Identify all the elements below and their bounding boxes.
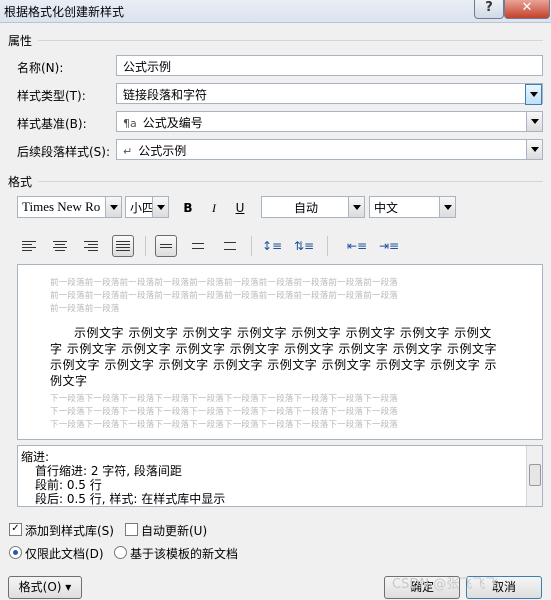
size-value: 小四 bbox=[130, 201, 155, 215]
style-based-on-select[interactable]: ¶a 公式及编号 bbox=[116, 111, 543, 132]
decrease-indent-icon[interactable]: ⇤≡ bbox=[346, 235, 368, 257]
watermark: CSDN @张飞飞飞 bbox=[392, 577, 499, 592]
only-this-document-radio[interactable] bbox=[9, 546, 22, 559]
sample-text: 示例文字 示例文字 示例文字 示例文字 示例文字 示例文字 示例文字 示例文字 … bbox=[50, 326, 498, 388]
align-left-icon[interactable] bbox=[18, 235, 40, 257]
style-preview: 前一段落前一段落前一段落前一段落前一段落前一段落前一段落前一段落前一段落前一段落… bbox=[17, 264, 543, 440]
next-style-dropdown-icon[interactable] bbox=[526, 140, 542, 159]
style-type-value: 链接段落和字符 bbox=[123, 88, 208, 102]
style-based-on-value: 公式及编号 bbox=[142, 116, 203, 130]
name-label: 名称(N): bbox=[17, 61, 64, 75]
style-type-select[interactable]: 链接段落和字符 bbox=[116, 83, 543, 105]
align-right-icon[interactable] bbox=[80, 235, 102, 257]
increase-indent-icon[interactable]: ⇥≡ bbox=[378, 235, 400, 257]
language-dropdown-icon[interactable] bbox=[439, 197, 455, 217]
auto-update-label: 自动更新(U) bbox=[141, 524, 208, 538]
only-this-document-label: 仅限此文档(D) bbox=[25, 547, 104, 561]
justify-icon[interactable] bbox=[112, 235, 134, 257]
next-style-label: 后续段落样式(S): bbox=[17, 145, 111, 159]
format-menu-button[interactable]: 格式(O) ▾ bbox=[8, 576, 82, 599]
format-divider bbox=[38, 181, 543, 182]
title-bar: 根据格式化创建新样式 ? ✕ bbox=[0, 0, 551, 23]
next-paragraph-line: 下一段落下一段落下一段落下一段落下一段落下一段落下一段落下一段落下一段落下一段落 bbox=[50, 394, 399, 404]
one-half-spacing-icon[interactable] bbox=[187, 235, 209, 257]
previous-paragraph-line: 前一段落前一段落 bbox=[50, 304, 120, 314]
toolbar-separator bbox=[251, 236, 252, 256]
new-documents-template-label: 基于该模板的新文档 bbox=[130, 547, 239, 561]
toolbar-separator bbox=[327, 236, 328, 256]
properties-group-label: 属性 bbox=[8, 34, 33, 48]
next-paragraph-line: 下一段落下一段落下一段落下一段落下一段落下一段落下一段落下一段落下一段落下一段落 bbox=[50, 420, 399, 430]
style-based-on-label: 样式基准(B): bbox=[17, 117, 87, 131]
close-button[interactable]: ✕ bbox=[504, 0, 550, 19]
font-value: Times New Ro bbox=[22, 199, 101, 214]
auto-update-checkbox[interactable] bbox=[125, 523, 138, 536]
next-paragraph-line: 下一段落下一段落下一段落下一段落下一段落下一段落下一段落下一段落下一段落下一段落 bbox=[50, 407, 399, 417]
window-title: 根据格式化创建新样式 bbox=[4, 5, 125, 19]
paragraph-return-icon: ↵ bbox=[123, 145, 133, 158]
close-icon: ✕ bbox=[521, 0, 533, 15]
style-type-label: 样式类型(T): bbox=[17, 89, 86, 103]
new-documents-template-radio[interactable] bbox=[114, 546, 127, 559]
align-center-icon[interactable] bbox=[49, 235, 71, 257]
style-description: 缩进: 首行缩进: 2 字符, 段落间距 段前: 0.5 行 段后: 0.5 行… bbox=[17, 445, 543, 507]
underline-button[interactable]: U bbox=[231, 199, 249, 217]
previous-paragraph-line: 前一段落前一段落前一段落前一段落前一段落前一段落前一段落前一段落前一段落前一段落 bbox=[50, 278, 399, 288]
name-field[interactable]: 公式示例 bbox=[116, 55, 543, 76]
language-select[interactable]: 中文 bbox=[369, 196, 456, 218]
decrease-spacing-icon[interactable]: ⇅≡ bbox=[293, 235, 315, 257]
description-line: 段后: 0.5 行, 样式: 在样式库中显示 bbox=[35, 492, 226, 506]
style-type-dropdown-icon[interactable] bbox=[525, 84, 542, 105]
bold-button[interactable]: B bbox=[179, 199, 197, 217]
font-color-dropdown-icon[interactable] bbox=[348, 197, 364, 217]
help-button[interactable]: ? bbox=[474, 0, 504, 19]
style-based-on-dropdown-icon[interactable] bbox=[526, 112, 542, 131]
paragraph-style-icon: ¶a bbox=[123, 117, 137, 130]
description-scrollbar[interactable] bbox=[526, 446, 542, 506]
size-dropdown-icon[interactable] bbox=[152, 197, 168, 217]
single-spacing-icon[interactable] bbox=[155, 235, 177, 257]
font-color-select[interactable]: 自动 bbox=[261, 196, 365, 218]
help-icon: ? bbox=[485, 0, 493, 15]
previous-paragraph-line: 前一段落前一段落前一段落前一段落前一段落前一段落前一段落前一段落前一段落前一段落 bbox=[50, 291, 399, 301]
scrollbar-thumb[interactable] bbox=[529, 464, 541, 486]
font-color-value: 自动 bbox=[293, 201, 318, 215]
format-group-label: 格式 bbox=[8, 175, 33, 189]
italic-button[interactable]: I bbox=[205, 199, 223, 217]
add-to-gallery-label: 添加到样式库(S) bbox=[25, 524, 114, 538]
language-value: 中文 bbox=[374, 201, 399, 215]
toolbar-separator bbox=[145, 236, 146, 256]
font-select[interactable]: Times New Ro bbox=[17, 196, 122, 218]
name-value: 公式示例 bbox=[123, 60, 172, 74]
increase-spacing-icon[interactable]: ↕≡ bbox=[261, 235, 283, 257]
size-select[interactable]: 小四 bbox=[125, 196, 169, 218]
properties-divider bbox=[38, 40, 543, 41]
double-spacing-icon[interactable] bbox=[219, 235, 241, 257]
next-style-value: 公式示例 bbox=[138, 144, 187, 158]
add-to-gallery-checkbox[interactable]: ✓ bbox=[9, 523, 22, 536]
font-dropdown-icon[interactable] bbox=[105, 197, 121, 217]
next-style-select[interactable]: ↵ 公式示例 bbox=[116, 139, 543, 160]
